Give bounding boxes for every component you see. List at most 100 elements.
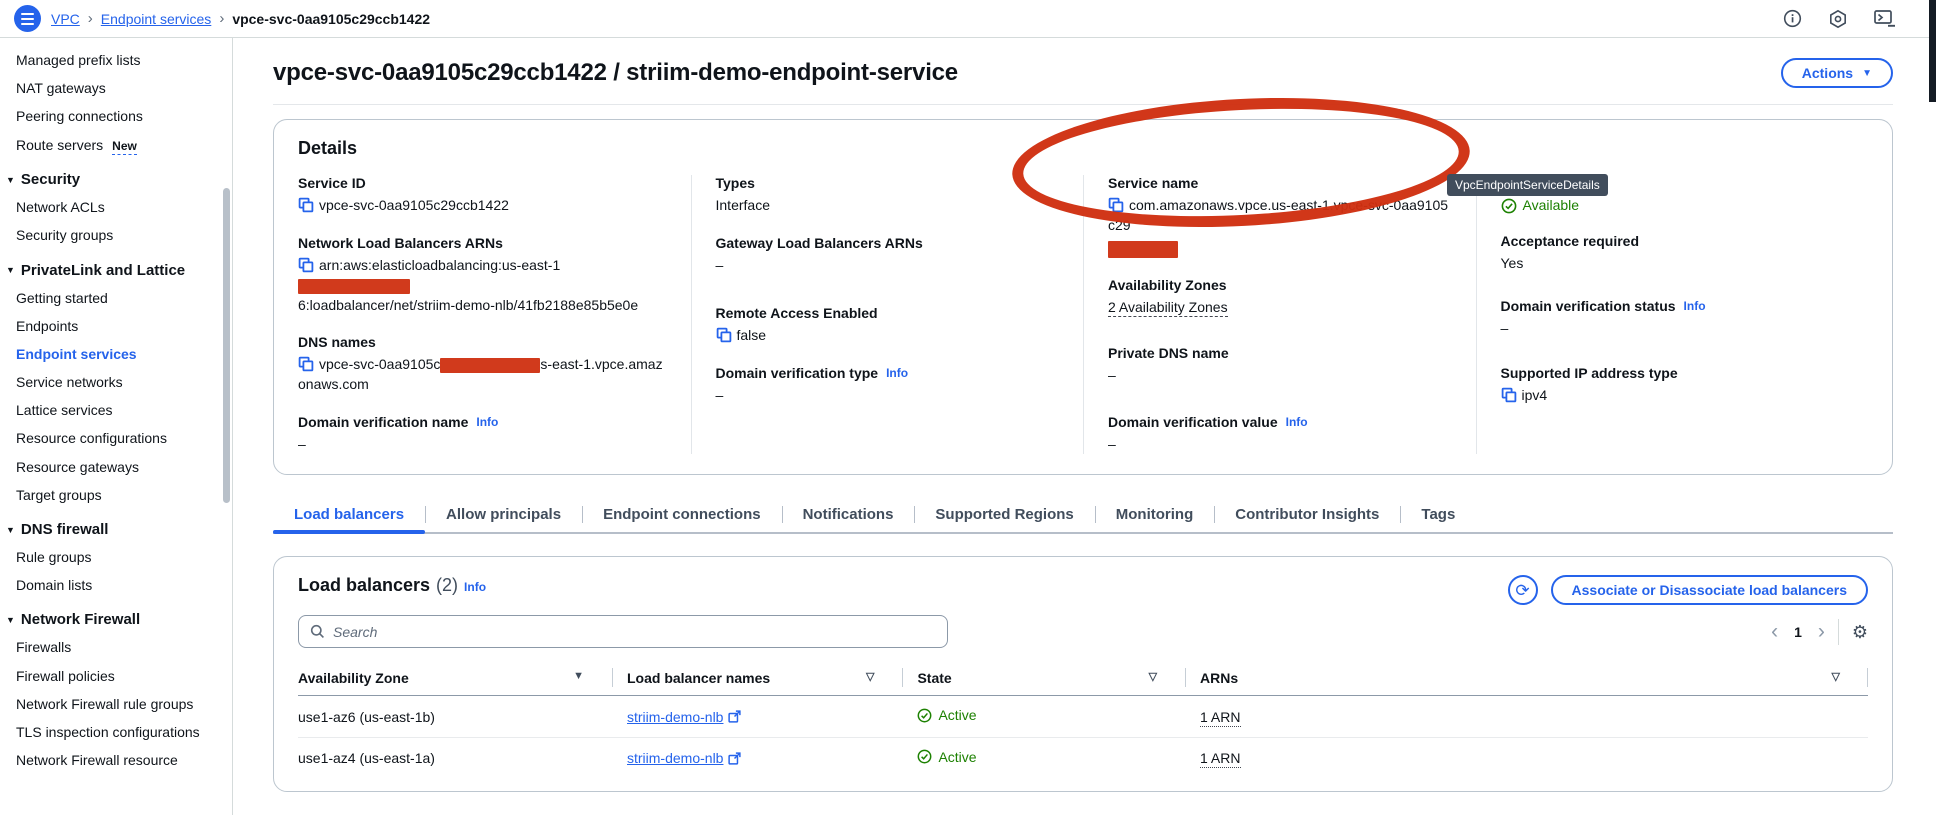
sidebar-item-security-groups[interactable]: Security groups (0, 221, 232, 249)
check-circle-icon (917, 708, 932, 723)
field-private-dns: Private DNS name – (1108, 345, 1454, 386)
tab-allow-principals[interactable]: Allow principals (425, 499, 582, 532)
check-circle-icon (917, 749, 932, 764)
sidebar-item-nfw-rule-groups[interactable]: Network Firewall rule groups (0, 690, 232, 718)
sidebar-section-network-firewall[interactable]: ▼Network Firewall (0, 599, 232, 633)
tab-supported-regions[interactable]: Supported Regions (914, 499, 1094, 532)
tab-notifications[interactable]: Notifications (782, 499, 915, 532)
breadcrumb-separator-icon: › (88, 10, 93, 27)
details-panel: Details Service ID vpce-svc-0aa9105c29cc… (273, 119, 1893, 475)
pagination-prev-icon[interactable]: ‹ (1771, 621, 1778, 642)
breadcrumb-vpc[interactable]: VPC (51, 11, 80, 27)
field-service-id: Service ID vpce-svc-0aa9105c29ccb1422 (298, 175, 669, 216)
sidebar-item-rule-groups[interactable]: Rule groups (0, 543, 232, 571)
sidebar-item-tls-inspection[interactable]: TLS inspection configurations (0, 718, 232, 746)
column-header-state[interactable]: State▽ (902, 661, 1185, 696)
load-balancers-table: Availability Zone▼ Load balancer names▽ … (298, 661, 1868, 771)
copy-icon[interactable] (298, 257, 314, 276)
page-title: vpce-svc-0aa9105c29ccb1422 / striim-demo… (273, 59, 958, 87)
sidebar-item-route-servers[interactable]: Route serversNew (0, 131, 232, 160)
sidebar-item-resource-configurations[interactable]: Resource configurations (0, 424, 232, 452)
info-link[interactable]: Info (476, 415, 498, 429)
load-balancers-count: (2) (436, 575, 458, 596)
refresh-icon: ⟳ (1515, 582, 1529, 599)
info-link[interactable]: Info (886, 366, 908, 380)
sidebar-item-endpoints[interactable]: Endpoints (0, 312, 232, 340)
sidebar-item-firewalls[interactable]: Firewalls (0, 633, 232, 661)
cloudshell-icon[interactable] (1874, 10, 1896, 28)
associate-disassociate-button[interactable]: Associate or Disassociate load balancers (1551, 575, 1868, 605)
info-link[interactable]: Info (1684, 299, 1706, 313)
filter-icon[interactable]: ▽ (866, 670, 874, 683)
state-active-badge: Active (917, 707, 976, 723)
arn-popover-link[interactable]: 1 ARN (1200, 750, 1240, 768)
sidebar-item-endpoint-services[interactable]: Endpoint services (0, 340, 232, 368)
search-field[interactable] (333, 624, 936, 640)
load-balancer-link[interactable]: striim-demo-nlb (627, 750, 741, 766)
info-circle-icon[interactable] (1783, 9, 1802, 28)
copy-icon[interactable] (298, 356, 314, 375)
sidebar-section-security[interactable]: ▼Security (0, 159, 232, 193)
sidebar-item-lattice-services[interactable]: Lattice services (0, 396, 232, 424)
info-link[interactable]: Info (1286, 415, 1308, 429)
search-input[interactable] (298, 615, 948, 648)
arn-popover-link[interactable]: 1 ARN (1200, 709, 1240, 727)
field-glb-arns: Gateway Load Balancers ARNs – (716, 235, 1062, 276)
table-row: use1-az6 (us-east-1b) striim-demo-nlb Ac… (298, 696, 1868, 738)
sidebar-item-target-groups[interactable]: Target groups (0, 481, 232, 509)
column-header-arns[interactable]: ARNs▽ (1185, 661, 1868, 696)
tab-endpoint-connections[interactable]: Endpoint connections (582, 499, 782, 532)
copy-icon[interactable] (716, 327, 732, 346)
info-link[interactable]: Info (464, 580, 486, 594)
tab-tags[interactable]: Tags (1400, 499, 1476, 532)
tab-monitoring[interactable]: Monitoring (1095, 499, 1214, 532)
field-domain-verification-name: Domain verification nameInfo – (298, 414, 669, 455)
copy-icon[interactable] (1501, 387, 1517, 406)
sidebar-item-firewall-policies[interactable]: Firewall policies (0, 662, 232, 690)
actions-button[interactable]: Actions ▼ (1781, 58, 1893, 88)
field-remote-access: Remote Access Enabled false (716, 305, 1062, 346)
tab-contributor-insights[interactable]: Contributor Insights (1214, 499, 1400, 532)
sort-icon[interactable]: ▼ (573, 670, 584, 682)
sidebar-item-managed-prefix-lists[interactable]: Managed prefix lists (0, 46, 232, 74)
pagination-page-number[interactable]: 1 (1791, 624, 1805, 640)
sidebar-item-service-networks[interactable]: Service networks (0, 368, 232, 396)
sidebar-section-dns-firewall[interactable]: ▼DNS firewall (0, 509, 232, 543)
copy-icon[interactable] (1108, 197, 1124, 216)
caret-down-icon: ▼ (1862, 68, 1872, 79)
details-title: Details (298, 138, 1868, 159)
sidebar-item-resource-gateways[interactable]: Resource gateways (0, 453, 232, 481)
table-preferences-gear-icon[interactable]: ⚙ (1852, 623, 1868, 641)
field-types: Types Interface (716, 175, 1062, 216)
load-balancers-title: Load balancers (298, 575, 430, 596)
load-balancer-link[interactable]: striim-demo-nlb (627, 709, 741, 725)
redaction-box (298, 279, 410, 294)
new-badge: New (112, 139, 137, 155)
main-content: vpce-svc-0aa9105c29ccb1422 / striim-demo… (233, 38, 1936, 815)
sidebar-item-nfw-resource[interactable]: Network Firewall resource (0, 746, 232, 774)
refresh-button[interactable]: ⟳ (1508, 575, 1538, 605)
field-service-name: Service name com.amazonaws.vpce.us-east-… (1108, 175, 1454, 258)
sidebar-item-network-acls[interactable]: Network ACLs (0, 193, 232, 221)
sidebar-item-domain-lists[interactable]: Domain lists (0, 571, 232, 599)
sidebar-item-getting-started[interactable]: Getting started (0, 284, 232, 312)
sidebar-item-peering-connections[interactable]: Peering connections (0, 102, 232, 130)
load-balancers-panel: Load balancers (2) Info ⟳ Associate or D… (273, 556, 1893, 792)
sidebar-item-nat-gateways[interactable]: NAT gateways (0, 74, 232, 102)
filter-icon[interactable]: ▽ (1832, 670, 1840, 683)
copy-icon[interactable] (298, 197, 314, 216)
cell-availability-zone: use1-az6 (us-east-1b) (298, 696, 612, 738)
tab-load-balancers[interactable]: Load balancers (273, 499, 425, 532)
pagination-next-icon[interactable]: › (1818, 621, 1825, 642)
column-header-availability-zone[interactable]: Availability Zone▼ (298, 661, 612, 696)
filter-icon[interactable]: ▽ (1149, 670, 1157, 683)
breadcrumb-separator-icon: › (219, 10, 224, 27)
hamburger-menu-icon[interactable] (14, 5, 41, 32)
sidebar-section-privatelink[interactable]: ▼PrivateLink and Lattice (0, 250, 232, 284)
breadcrumb-endpoint-services[interactable]: Endpoint services (101, 11, 212, 27)
settings-icon[interactable] (1828, 9, 1848, 29)
column-header-load-balancer-names[interactable]: Load balancer names▽ (612, 661, 902, 696)
availability-zones-popover[interactable]: 2 Availability Zones (1108, 299, 1228, 317)
caret-down-icon: ▼ (6, 615, 15, 625)
sidebar-scrollbar[interactable] (223, 188, 230, 503)
